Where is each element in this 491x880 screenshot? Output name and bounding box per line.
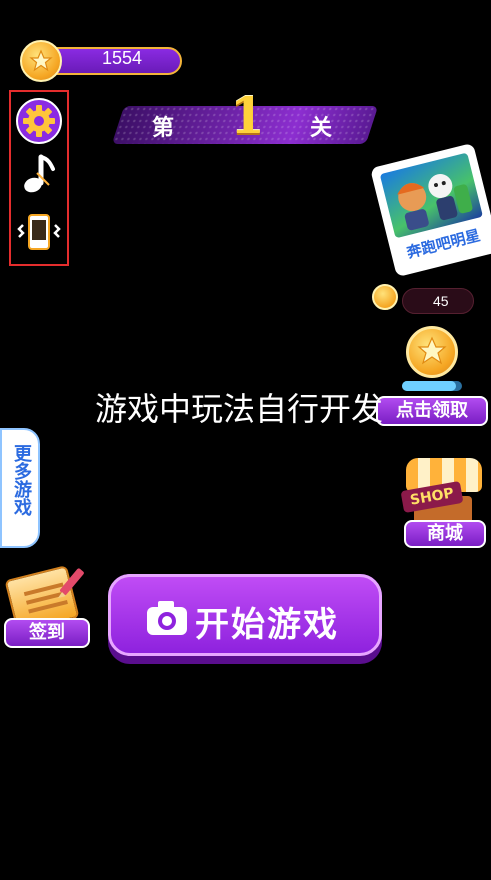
music-note-icon (24, 154, 55, 193)
reward-count-pill: 45 (402, 288, 474, 314)
more-games-tab[interactable]: 更多游戏 (0, 428, 40, 548)
promo-game-card[interactable]: 奔跑吧明星 (370, 142, 491, 278)
shop-label: 商城 (404, 520, 486, 548)
reward-progress-fill (402, 381, 456, 391)
start-game-label: 开始游戏 (195, 605, 339, 645)
settings-button[interactable] (13, 96, 65, 146)
reward-coin-icon (406, 326, 458, 378)
gameplay-hint: 游戏中玩法自行开发 (95, 390, 384, 428)
pencil-icon (58, 568, 84, 598)
reward-progress-bar (402, 381, 462, 391)
camera-icon (147, 601, 187, 635)
level-prefix: 第 (152, 116, 175, 141)
level-banner: 第 1 关 (111, 86, 379, 148)
checkin-label: 签到 (4, 618, 90, 648)
reward-count: 45 (433, 293, 449, 309)
coin-icon (372, 284, 398, 310)
claim-reward-button[interactable]: 点击领取 (376, 396, 488, 426)
checkin-button[interactable]: 签到 (4, 562, 92, 650)
start-game-button[interactable]: 开始游戏 (108, 574, 382, 664)
shop-button[interactable]: SHOP 商城 (398, 458, 488, 550)
coin-balance-value: 1554 (101, 48, 143, 68)
level-suffix: 关 (310, 116, 333, 141)
coin-icon (20, 40, 62, 82)
more-games-label: 更多游戏 (11, 444, 32, 516)
settings-panel (9, 90, 69, 266)
level-number: 1 (230, 86, 265, 145)
music-toggle-button[interactable] (13, 150, 65, 200)
vibration-icon (17, 214, 61, 250)
vibration-toggle-button[interactable] (13, 208, 65, 258)
reward-widget: 45 点击领取 (372, 284, 488, 428)
gear-icon (16, 98, 62, 144)
coin-balance: 1554 (20, 40, 182, 82)
